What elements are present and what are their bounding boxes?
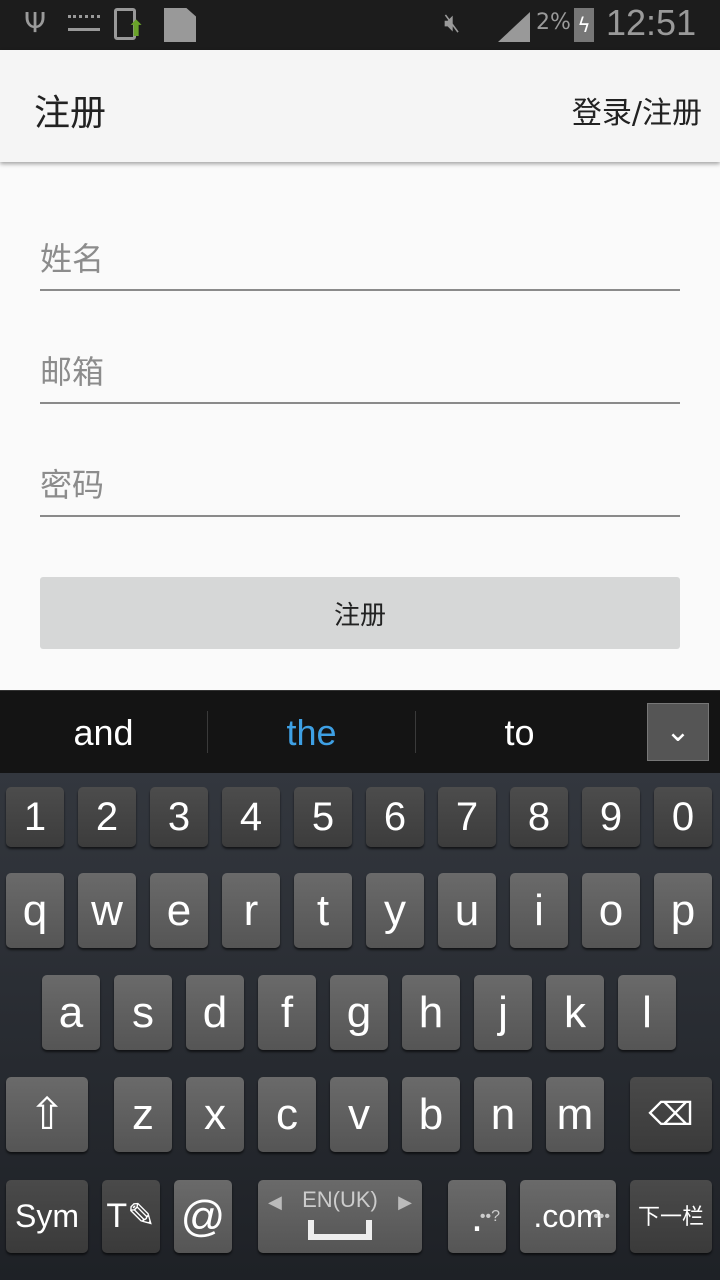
key-v[interactable]: v <box>330 1077 388 1152</box>
email-input[interactable]: 邮箱 <box>40 344 680 404</box>
key-t[interactable]: t <box>294 873 352 948</box>
period-key[interactable]: ••?. <box>448 1180 506 1253</box>
key-n[interactable]: n <box>474 1077 532 1152</box>
suggestion-item[interactable]: and <box>0 691 207 774</box>
name-input[interactable]: 姓名 <box>40 231 680 291</box>
right-arrow-icon: ▶ <box>398 1192 412 1212</box>
mute-icon: 🔇︎ <box>444 8 461 38</box>
shift-arrow-icon: ⇧ <box>28 1090 66 1139</box>
password-input[interactable]: 密码 <box>40 457 680 517</box>
login-register-link[interactable]: 登录/注册 <box>572 88 702 132</box>
name-placeholder: 姓名 <box>40 240 105 278</box>
sim-alert-icon <box>164 8 196 42</box>
key-l[interactable]: l <box>618 975 676 1050</box>
shift-key[interactable]: ⇧ <box>6 1077 88 1152</box>
battery-charging-icon: ϟ <box>574 8 594 42</box>
key-o[interactable]: o <box>582 873 640 948</box>
clock: 12:51 <box>606 2 697 43</box>
status-bar: Ψ ⬆ 🔇︎ 2% ϟ 12:51 <box>0 0 720 50</box>
key-3[interactable]: 3 <box>150 787 208 847</box>
key-d[interactable]: d <box>186 975 244 1050</box>
key-f[interactable]: f <box>258 975 316 1050</box>
key-w[interactable]: w <box>78 873 136 948</box>
key-q[interactable]: q <box>6 873 64 948</box>
battery-percent: 2% <box>536 10 571 35</box>
signal-icon <box>498 12 530 42</box>
key-m[interactable]: m <box>546 1077 604 1152</box>
page-title: 注册 <box>34 93 107 134</box>
key-1[interactable]: 1 <box>6 787 64 847</box>
keyboard: 1 2 3 4 5 6 7 8 9 0 q w e r t y u i o p a s d f g h j k l ⇧ z x c v b n m ⌫ Sy… <box>0 773 720 1280</box>
key-s[interactable]: s <box>114 975 172 1050</box>
backspace-key[interactable]: ⌫ <box>630 1077 712 1152</box>
dotcom-key[interactable]: ••• .com <box>520 1180 616 1253</box>
key-4[interactable]: 4 <box>222 787 280 847</box>
backspace-icon: ⌫ <box>648 1096 694 1132</box>
key-j[interactable]: j <box>474 975 532 1050</box>
text-input-mode-key[interactable]: T✎ <box>102 1180 160 1253</box>
key-y[interactable]: y <box>366 873 424 948</box>
collapse-suggestions-chevron-down-icon[interactable]: ⌄ <box>647 703 709 761</box>
period-hint: ••? <box>479 1208 500 1225</box>
space-bar-icon <box>308 1220 372 1240</box>
text-edit-mic-icon: T✎ <box>106 1197 156 1235</box>
key-8[interactable]: 8 <box>510 787 568 847</box>
key-i[interactable]: i <box>510 873 568 948</box>
app-bar: 注册 登录/注册 <box>0 50 720 162</box>
sym-key[interactable]: Sym <box>6 1180 88 1253</box>
key-2[interactable]: 2 <box>78 787 136 847</box>
key-h[interactable]: h <box>402 975 460 1050</box>
key-g[interactable]: g <box>330 975 388 1050</box>
suggestion-item[interactable]: the <box>208 691 415 774</box>
key-c[interactable]: c <box>258 1077 316 1152</box>
dotcom-hint: ••• <box>593 1208 610 1225</box>
key-6[interactable]: 6 <box>366 787 424 847</box>
key-a[interactable]: a <box>42 975 100 1050</box>
suggestion-bar: and the to ⌄ <box>0 690 720 773</box>
key-b[interactable]: b <box>402 1077 460 1152</box>
key-9[interactable]: 9 <box>582 787 640 847</box>
usb-icon: Ψ <box>24 6 47 39</box>
key-7[interactable]: 7 <box>438 787 496 847</box>
space-key[interactable]: ◀ EN(UK) ▶ <box>258 1180 422 1253</box>
email-placeholder: 邮箱 <box>40 353 105 391</box>
password-placeholder: 密码 <box>40 466 105 504</box>
key-u[interactable]: u <box>438 873 496 948</box>
key-p[interactable]: p <box>654 873 712 948</box>
key-r[interactable]: r <box>222 873 280 948</box>
key-0[interactable]: 0 <box>654 787 712 847</box>
key-k[interactable]: k <box>546 975 604 1050</box>
suggestion-item[interactable]: to <box>416 691 623 774</box>
key-x[interactable]: x <box>186 1077 244 1152</box>
key-z[interactable]: z <box>114 1077 172 1152</box>
phone-upload-icon: ⬆ <box>114 8 145 42</box>
next-field-key[interactable]: 下一栏 <box>630 1180 712 1253</box>
register-button[interactable]: 注册 <box>40 577 680 649</box>
key-5[interactable]: 5 <box>294 787 352 847</box>
key-e[interactable]: e <box>150 873 208 948</box>
at-key[interactable]: @ <box>174 1180 232 1253</box>
keyboard-icon <box>68 15 100 31</box>
